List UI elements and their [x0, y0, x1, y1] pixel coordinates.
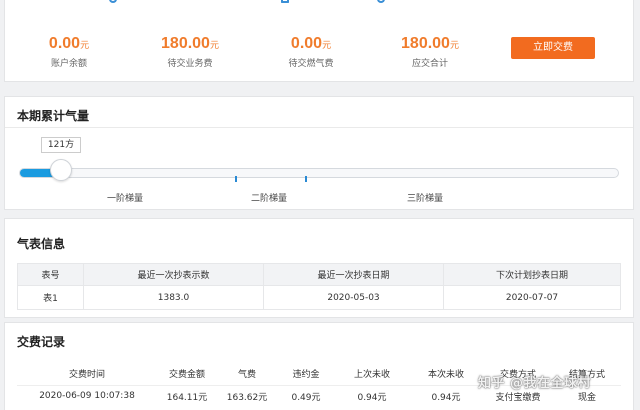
document-icon — [281, 0, 289, 3]
tier-label-2: 二阶梯量 — [251, 194, 288, 204]
stat-label: 待交燃气费 — [288, 59, 334, 69]
col-header: 最近一次抄表示数 — [83, 263, 264, 286]
stat-value: 0.00 — [290, 35, 323, 52]
col-header: 上次未收 — [335, 363, 409, 386]
watermark: 知乎 @我在全球村 — [478, 376, 592, 391]
gas-fee-cell: 163.62元 — [226, 392, 268, 403]
current-usage-tooltip: 121方 — [41, 137, 81, 153]
meter-number-cell: 表1 — [17, 285, 84, 310]
pay-now-button[interactable]: 立即交费 — [511, 37, 595, 59]
cropped-info-row — [5, 0, 633, 9]
cumulative-usage-card: 本期累计气量 121方 一阶梯量 二阶梯量 三阶梯量 — [4, 96, 634, 210]
location-icon — [377, 0, 385, 3]
tier-label-1: 一阶梯量 — [107, 194, 144, 204]
stat-unit: 元 — [449, 40, 459, 50]
stat-pending-service-fee: 180.00元 待交业务费 — [140, 35, 240, 69]
stat-label: 待交业务费 — [167, 59, 213, 69]
location-icon — [109, 0, 117, 3]
meter-table: 表号 最近一次抄表示数 最近一次抄表日期 下次计划抄表日期 表1 1383.0 … — [17, 263, 621, 310]
col-header: 表号 — [17, 263, 84, 286]
payment-time-cell: 2020-06-09 10:07:38 — [39, 391, 135, 402]
table-header-row: 表号 最近一次抄表示数 最近一次抄表日期 下次计划抄表日期 — [17, 263, 621, 286]
next-reading-date-cell: 2020-07-07 — [443, 285, 621, 310]
stat-value: 180.00 — [401, 35, 450, 52]
stat-unit: 元 — [209, 40, 219, 50]
col-header: 违约金 — [277, 363, 335, 386]
stat-pending-gas-fee: 0.00元 待交燃气费 — [261, 35, 361, 69]
tier-2-marker — [305, 176, 307, 182]
col-header: 气费 — [217, 363, 277, 386]
col-header: 下次计划抄表日期 — [443, 263, 621, 286]
account-summary-card: 0.00元 账户余额 180.00元 待交业务费 0.00元 待交燃气费 180… — [4, 0, 634, 82]
usage-slider-handle[interactable] — [49, 159, 72, 181]
stat-account-balance: 0.00元 账户余额 — [19, 35, 119, 69]
stat-label: 账户余额 — [50, 59, 87, 69]
previous-unpaid-cell: 0.94元 — [357, 392, 387, 403]
section-title: 交费记录 — [17, 335, 66, 349]
stat-label: 应交合计 — [411, 59, 448, 69]
divider — [5, 127, 633, 128]
col-header: 交费时间 — [17, 363, 157, 386]
usage-progress-track — [19, 168, 619, 178]
current-unpaid-cell: 0.94元 — [431, 392, 461, 403]
meter-info-card: 气表信息 表号 最近一次抄表示数 最近一次抄表日期 下次计划抄表日期 表1 13… — [4, 218, 634, 318]
stat-value: 180.00 — [161, 35, 210, 52]
last-reading-date-cell: 2020-05-03 — [263, 285, 444, 310]
tier-label-3: 三阶梯量 — [407, 194, 444, 204]
penalty-cell: 0.49元 — [291, 392, 321, 403]
stat-total-due: 180.00元 应交合计 — [380, 35, 480, 69]
payment-records-card: 交费记录 交费时间 交费金额 气费 违约金 上次未收 本次未收 交费方式 结算方… — [4, 322, 634, 410]
col-header: 最近一次抄表日期 — [263, 263, 444, 286]
col-header: 交费金额 — [157, 363, 217, 386]
tier-1-marker — [235, 176, 237, 182]
section-title: 气表信息 — [17, 237, 66, 251]
table-row: 表1 1383.0 2020-05-03 2020-07-07 — [17, 285, 621, 310]
payment-amount-cell: 164.11元 — [166, 392, 208, 403]
col-header: 本次未收 — [409, 363, 483, 386]
section-title: 本期累计气量 — [17, 109, 90, 123]
stat-unit: 元 — [322, 40, 332, 50]
last-reading-cell: 1383.0 — [83, 285, 264, 310]
stat-value: 0.00 — [48, 35, 81, 52]
stat-unit: 元 — [80, 40, 90, 50]
